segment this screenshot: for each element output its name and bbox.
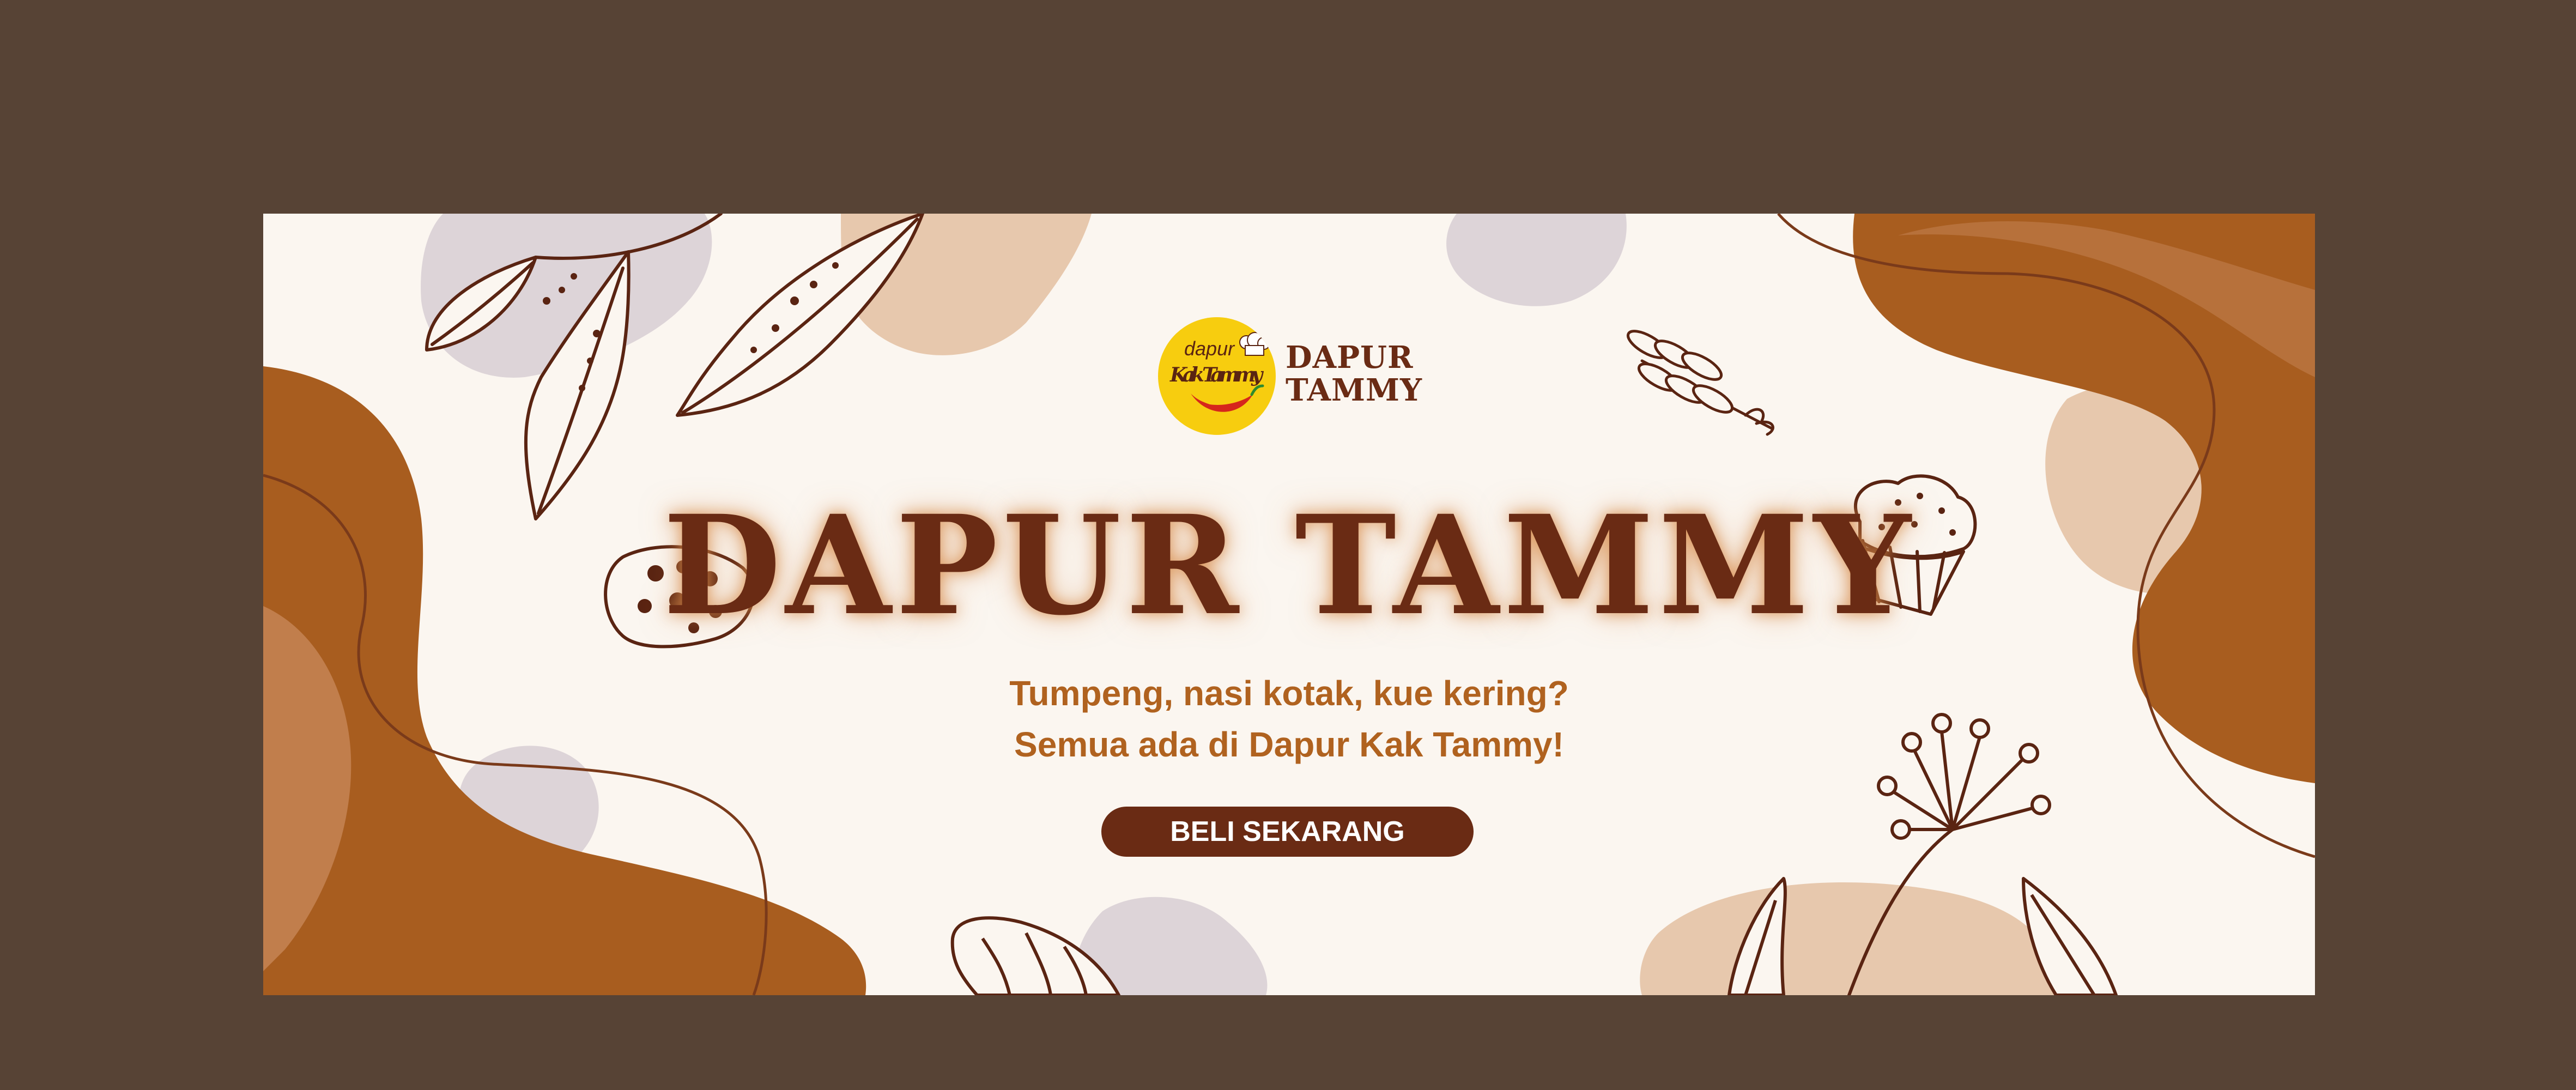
tagline-line2: Semua ada di Dapur Kak Tammy! xyxy=(1014,725,1564,764)
brand-name: DAPUR TAMMY xyxy=(1286,341,1422,407)
hero-tagline: Tumpeng, nasi kotak, kue kering? Semua a… xyxy=(263,668,2315,770)
promo-banner: dapur Kak Tammy DAPUR TAMMY DAPUR TAMMY … xyxy=(263,214,2315,995)
peach-blob-bottom-right xyxy=(1640,882,2062,995)
hero-headline: DAPUR TAMMY xyxy=(663,485,1916,645)
brand-name-line2: TAMMY xyxy=(1286,372,1423,408)
wheat-icon xyxy=(1626,330,1774,436)
lilac-blob-top-center xyxy=(1446,214,1627,306)
brand-name-line1: DAPUR xyxy=(1286,340,1414,376)
brand-logo: dapur Kak Tammy xyxy=(1158,317,1276,435)
logo-word-kaktammy: Kak Tammy xyxy=(1169,364,1264,386)
page: dapur Kak Tammy DAPUR TAMMY DAPUR TAMMY … xyxy=(0,0,2576,1090)
buy-now-button[interactable]: BELI SEKARANG xyxy=(1101,807,1474,857)
tagline-line1: Tumpeng, nasi kotak, kue kering? xyxy=(1009,674,1569,713)
chili-icon xyxy=(1191,393,1253,412)
logo-word-dapur: dapur xyxy=(1184,337,1235,360)
